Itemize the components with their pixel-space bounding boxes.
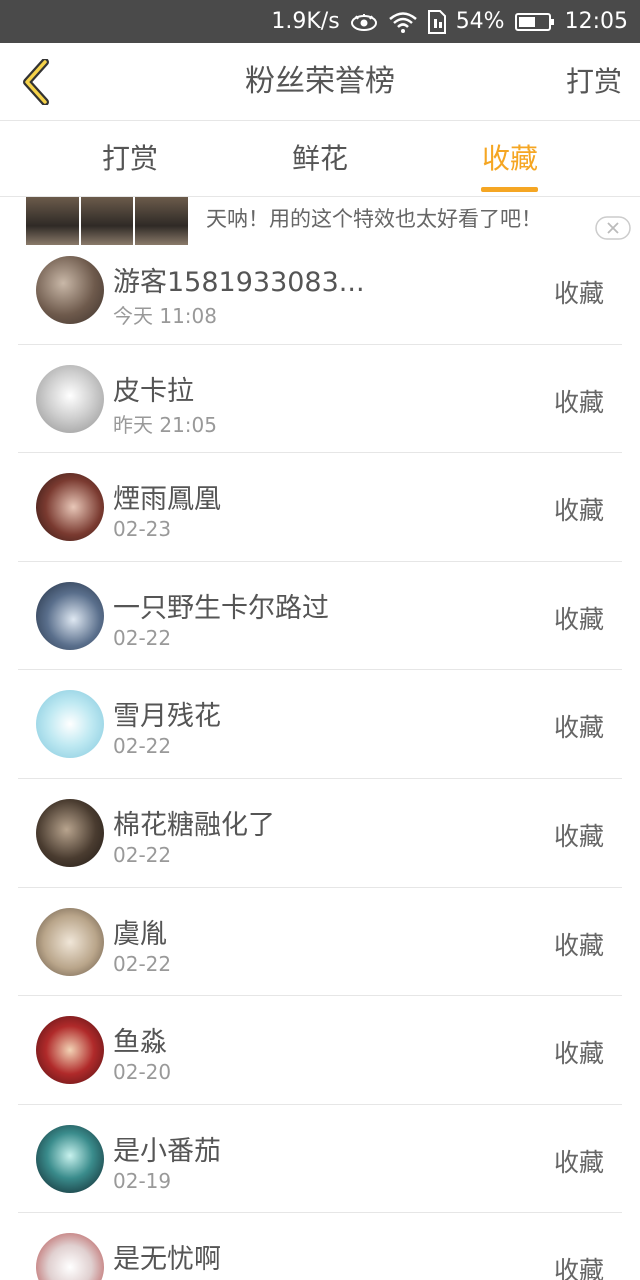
timestamp: 02-22 [113, 734, 172, 759]
action-label: 收藏 [553, 604, 604, 634]
back-button[interactable] [12, 57, 60, 107]
tab-reward[interactable]: 打赏 [70, 121, 190, 197]
user-name: 鱼淼 [113, 1027, 167, 1059]
avatar [36, 907, 104, 976]
tab-favorites[interactable]: 收藏 [450, 121, 570, 197]
status-bar: 1.9K/s 54% 12:05 [0, 0, 640, 43]
sim-icon [427, 9, 446, 34]
active-tab-indicator [481, 187, 538, 192]
battery-icon [514, 12, 555, 32]
avatar [36, 256, 104, 324]
avatar [36, 1016, 104, 1085]
action-label: 收藏 [553, 387, 604, 417]
action-label: 收藏 [553, 496, 604, 526]
reward-button[interactable]: 打赏 [566, 43, 622, 121]
action-label: 收藏 [553, 1039, 604, 1069]
clock: 12:05 [564, 9, 628, 34]
list-item[interactable]: 皮卡拉 昨天 21:05 收藏 [0, 345, 640, 454]
user-name: 一只野生卡尔路过 [113, 592, 329, 624]
network-speed: 1.9K/s [271, 9, 340, 34]
chevron-left-icon [23, 59, 49, 105]
timestamp: 02-22 [113, 625, 172, 650]
avatar [36, 798, 104, 867]
timestamp: 02-20 [113, 1060, 172, 1085]
user-name: 游客1581933083... [113, 267, 365, 298]
user-name: 是无忧啊 [113, 1244, 221, 1276]
tab-bar: 打赏 鲜花 收藏 [0, 121, 640, 197]
avatar [36, 1233, 104, 1280]
list-item[interactable]: 一只野生卡尔路过 02-22 收藏 [0, 562, 640, 671]
action-label: 收藏 [553, 279, 604, 308]
action-label: 收藏 [553, 930, 604, 960]
list-item[interactable]: 煙雨鳳凰 02-23 收藏 [0, 453, 640, 562]
user-name: 是小番茄 [113, 1135, 221, 1167]
wifi-icon [388, 11, 418, 33]
eye-icon [350, 13, 378, 31]
user-name: 虞胤 [113, 918, 167, 950]
action-label: 收藏 [553, 1256, 604, 1280]
list-item[interactable]: 是无忧啊 收藏 [0, 1213, 640, 1280]
avatar [36, 690, 104, 759]
status-icons: 1.9K/s 54% 12:05 [271, 0, 628, 43]
list-item[interactable]: 是小番茄 02-19 收藏 [0, 1105, 640, 1214]
list-item[interactable]: 鱼淼 02-20 收藏 [0, 996, 640, 1105]
header: 粉丝荣誉榜 打赏 [0, 43, 640, 121]
timestamp: 02-19 [113, 1168, 172, 1193]
avatar [36, 364, 104, 433]
list-item[interactable]: 棉花糖融化了 02-22 收藏 [0, 779, 640, 888]
timestamp: 02-22 [113, 951, 172, 976]
action-label: 收藏 [553, 1147, 604, 1177]
page-title: 粉丝荣誉榜 [245, 64, 395, 99]
timestamp: 今天 11:08 [113, 304, 217, 328]
user-name: 雪月残花 [113, 701, 221, 733]
tab-flowers[interactable]: 鲜花 [260, 121, 380, 197]
avatar [36, 473, 104, 542]
favorites-list: 游客1581933083... 今天 11:08 收藏 皮卡拉 昨天 21:05… [0, 236, 640, 1280]
avatar [36, 1124, 104, 1193]
timestamp: 02-23 [113, 517, 172, 542]
battery-percent: 54% [455, 9, 505, 34]
action-label: 收藏 [553, 821, 604, 851]
list-item[interactable]: 虞胤 02-22 收藏 [0, 888, 640, 997]
user-name: 棉花糖融化了 [113, 809, 275, 841]
list-item[interactable]: 雪月残花 02-22 收藏 [0, 670, 640, 779]
user-name: 煙雨鳳凰 [113, 484, 221, 516]
list-item[interactable]: 游客1581933083... 今天 11:08 收藏 [0, 236, 640, 345]
timestamp: 昨天 21:05 [113, 412, 217, 437]
ad-text: 天呐！用的这个特效也太好看了吧！ [206, 207, 542, 231]
user-name: 皮卡拉 [113, 375, 194, 407]
action-label: 收藏 [553, 713, 604, 743]
avatar [36, 581, 104, 650]
timestamp: 02-22 [113, 842, 172, 867]
